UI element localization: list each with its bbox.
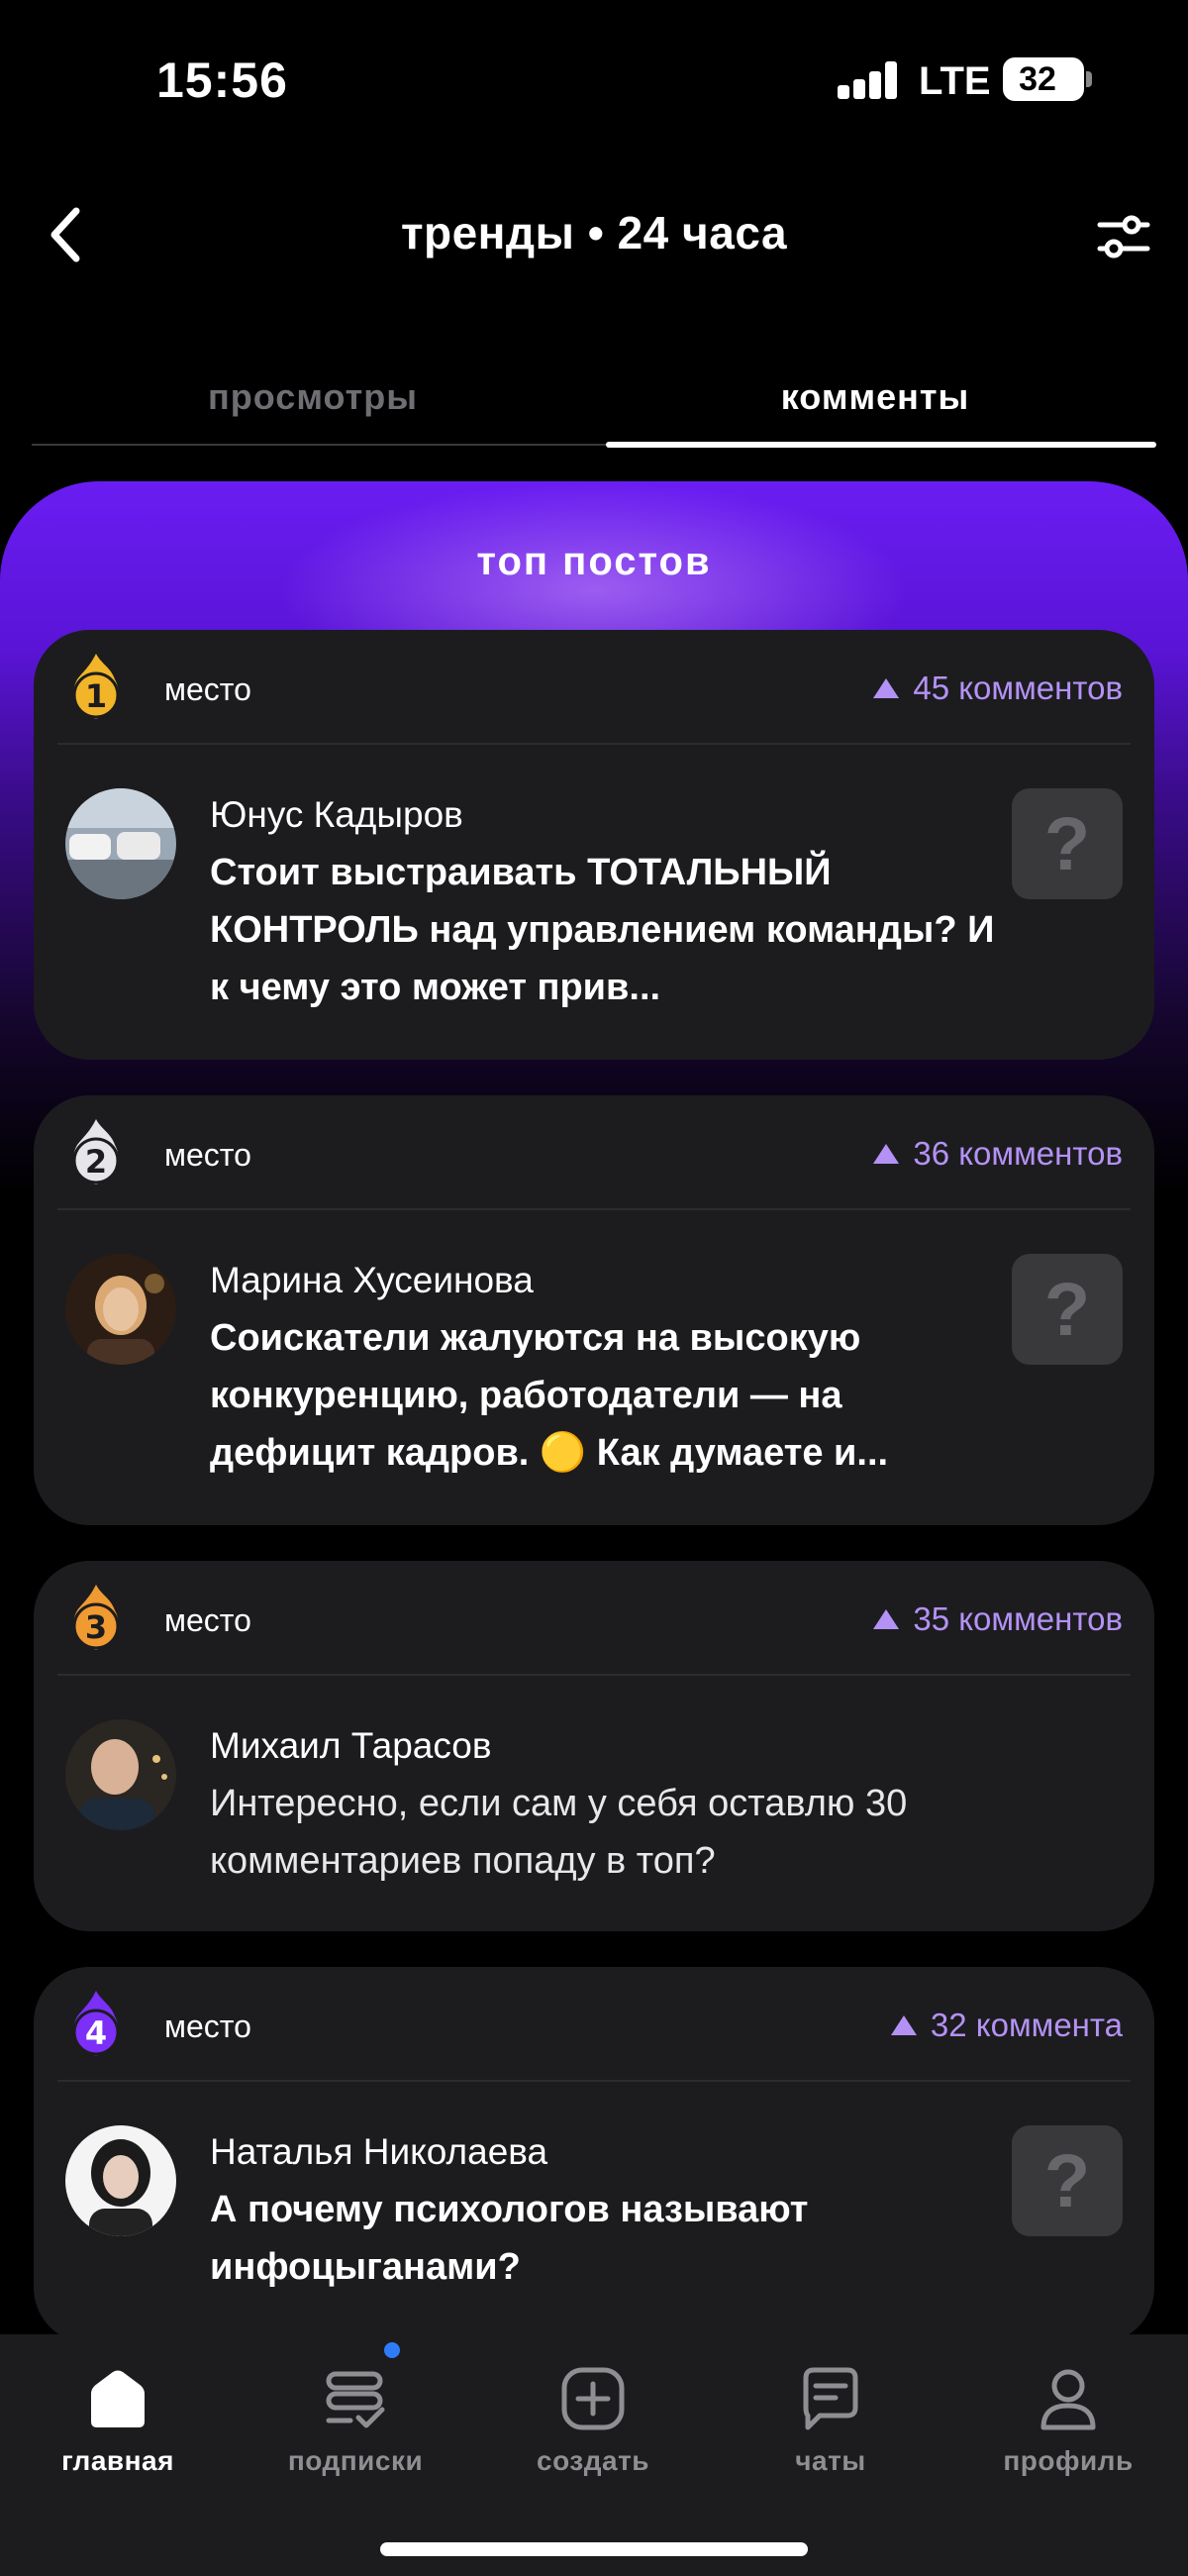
tabbar-label: подписки — [287, 2445, 424, 2476]
post-text: Интересно, если сам у себя оставлю 30 ко… — [210, 1783, 908, 1882]
card-header: 4 место 32 коммента — [65, 1991, 1123, 2056]
avatar[interactable] — [65, 788, 176, 899]
card-divider — [57, 2080, 1131, 2082]
post-text: А почему психологов называют инфоцыганам… — [210, 2189, 809, 2288]
sliders-icon — [1097, 215, 1150, 258]
place-label: место — [164, 1602, 251, 1638]
subscriptions-icon — [326, 2371, 385, 2428]
tabs: просмотры комменты — [32, 357, 1156, 448]
create-icon — [561, 2367, 625, 2430]
place-label: место — [164, 2009, 251, 2044]
tabbar-label: создать — [537, 2445, 649, 2476]
comment-count-label: 35 комментов — [913, 1600, 1123, 1637]
tabbar-create[interactable]: создать — [484, 2364, 702, 2477]
tabbar-profile[interactable]: профиль — [959, 2364, 1177, 2477]
battery-level: 32 — [1019, 60, 1056, 98]
post-card[interactable]: 1 место 45 комментов Юнус Кадыров Стоит … — [34, 630, 1154, 1060]
rank-number: 2 — [85, 1143, 107, 1181]
rank-number: 4 — [85, 2014, 107, 2052]
question-mark-icon: ? — [1043, 801, 1091, 886]
rank-4-icon: 4 — [72, 1991, 120, 2056]
card-header: 2 место 36 комментов — [65, 1119, 1123, 1185]
rank-2-icon: 2 — [72, 1119, 120, 1185]
chat-icon — [803, 2367, 858, 2430]
filter-button[interactable] — [1089, 202, 1158, 271]
triangle-up-icon — [890, 2015, 917, 2035]
avatar[interactable] — [65, 1719, 176, 1830]
post-text: Стоит выстраивать ТОТАЛЬНЫЙ КОНТРОЛЬ над… — [210, 852, 995, 1008]
comment-count: 32 коммента — [890, 2007, 1123, 2044]
home-indicator — [380, 2542, 808, 2556]
tab-views[interactable]: просмотры — [32, 376, 594, 418]
triangle-up-icon — [873, 1144, 900, 1164]
avatar-image — [65, 1719, 176, 1830]
comment-count-label: 32 коммента — [930, 2007, 1123, 2043]
card-divider — [57, 1674, 1131, 1676]
author-name: Михаил Тарасов — [210, 1725, 492, 1766]
card-divider — [57, 1208, 1131, 1210]
post-card[interactable]: 4 место 32 коммента Наталья Николаева А … — [34, 1967, 1154, 2343]
section-title: топ постов — [476, 540, 712, 583]
network-type: LTE — [919, 59, 991, 103]
comment-count-label: 45 комментов — [913, 670, 1123, 706]
post-thumbnail[interactable]: ? — [1012, 788, 1123, 899]
header: тренды • 24 часа — [0, 178, 1188, 287]
comment-count: 36 комментов — [873, 1135, 1123, 1173]
avatar[interactable] — [65, 2125, 176, 2236]
card-divider — [57, 743, 1131, 745]
battery-nub — [1086, 71, 1092, 87]
tab-indicator — [606, 442, 1156, 448]
tabbar-home[interactable]: главная — [9, 2364, 227, 2477]
tabbar-label: профиль — [1003, 2445, 1134, 2476]
tabbar-label: чаты — [795, 2445, 866, 2476]
battery-icon: 32 — [1003, 57, 1084, 101]
avatar-image — [65, 788, 176, 899]
page-title: тренды • 24 часа — [400, 207, 788, 258]
author-name: Юнус Кадыров — [210, 794, 463, 835]
rank-3-icon: 3 — [72, 1585, 120, 1650]
bottom-tab-bar: главная подписки создать чаты профиль — [0, 2334, 1188, 2576]
comment-count: 35 комментов — [873, 1600, 1123, 1638]
tab-comments[interactable]: комменты — [594, 376, 1156, 418]
question-mark-icon: ? — [1043, 2138, 1091, 2223]
status-time: 15:56 — [156, 52, 288, 108]
place-label: место — [164, 1137, 251, 1173]
status-bar: 15:56 LTE 32 — [0, 0, 1188, 163]
post-text: Соискатели жалуются на высокую конкуренц… — [210, 1317, 889, 1474]
avatar-image — [65, 1254, 176, 1365]
tabbar-chats[interactable]: чаты — [722, 2364, 940, 2477]
signal-icon — [838, 61, 899, 99]
triangle-up-icon — [873, 1609, 900, 1629]
post-thumbnail[interactable]: ? — [1012, 1254, 1123, 1365]
triangle-up-icon — [873, 678, 900, 698]
post-card[interactable]: 3 место 35 комментов Михаил Тарасов Инте… — [34, 1561, 1154, 1931]
avatar[interactable] — [65, 1254, 176, 1365]
post-card[interactable]: 2 место 36 комментов Марина Хусеинова Со… — [34, 1095, 1154, 1525]
card-header: 3 место 35 комментов — [65, 1585, 1123, 1650]
rank-number: 1 — [85, 677, 107, 715]
comment-count-label: 36 комментов — [913, 1135, 1123, 1172]
question-mark-icon: ? — [1043, 1267, 1091, 1352]
author-name: Наталья Николаева — [210, 2131, 548, 2172]
tabbar-label: главная — [61, 2445, 174, 2476]
place-label: место — [164, 671, 251, 707]
author-name: Марина Хусеинова — [210, 1260, 534, 1300]
post-thumbnail[interactable]: ? — [1012, 2125, 1123, 2236]
rank-1-icon: 1 — [72, 654, 120, 719]
tabbar-subscriptions[interactable]: подписки — [247, 2364, 464, 2477]
profile-icon — [1040, 2369, 1096, 2430]
card-header: 1 место 45 комментов — [65, 654, 1123, 719]
avatar-image — [65, 2125, 176, 2236]
comment-count: 45 комментов — [873, 670, 1123, 707]
rank-number: 3 — [85, 1608, 107, 1646]
notification-dot — [384, 2342, 400, 2358]
home-icon — [91, 2370, 145, 2427]
